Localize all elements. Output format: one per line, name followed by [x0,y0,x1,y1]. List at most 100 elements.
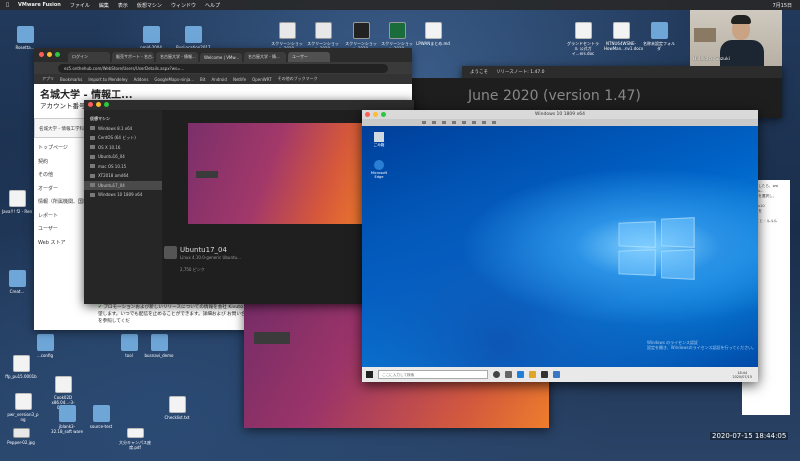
bookmark-item[interactable]: OpenWRT [252,77,272,82]
vm-list-item[interactable]: Windows 8.1 x64 [84,124,162,134]
desktop-icon[interactable]: ffp_pu15.0001b [4,355,38,379]
desktop-icon[interactable]: jblank3-32.18_soft ware [50,405,84,434]
bookmark-item[interactable]: Bit [200,77,205,82]
desktop-icon[interactable]: 大分キャンパス座 席.pdf [118,428,152,450]
menu-vm[interactable]: 仮想マシン [137,2,162,9]
tab-release-notes[interactable]: リリースノート: 1.47.0 [496,69,545,75]
desktop-icon[interactable]: tool [112,334,146,358]
windows10-vm-window[interactable]: Windows 10 1809 x64 ごみ箱 Microsoft Edge W… [362,110,758,382]
windows-start-icon[interactable] [366,371,373,378]
desktop-icon[interactable]: BusLocation2017 [176,26,210,50]
desktop-icon[interactable]: NTNU64WSNE- HowMan...nv1.docx [604,22,643,51]
toolbar-icon[interactable] [432,121,436,124]
bookmark-item[interactable]: アプリ [42,76,54,82]
browser-tab[interactable]: 名古屋大学 - 情... [244,52,286,62]
desktop-icon[interactable]: 名称未設定フォルダ [642,22,676,51]
menu-edit[interactable]: 編集 [99,2,109,9]
folder-icon [92,405,110,422]
sidebar-item-orders[interactable]: オーダー [38,185,88,199]
vm-list-item[interactable]: OS X 10.16 [84,143,162,153]
checkbox-checked-icon[interactable]: ✔ [98,305,102,310]
browser-tab[interactable]: 名古屋大学 - 情報... [156,52,198,62]
sidebar-item-top[interactable]: トップページ [38,144,88,158]
apple-menu-icon[interactable]:  [6,2,9,8]
bookmark-item[interactable]: Import to Mendeley [88,77,127,82]
vm-list-item[interactable]: Windows 10 1809 x64 [84,190,162,200]
bookmark-item[interactable]: Netlife [233,77,246,82]
close-button[interactable] [88,102,93,107]
desktop-icon[interactable]: busnavi_demo [142,334,176,358]
vm-list-header: 仮想マシン [90,115,110,121]
vm-list-item[interactable]: Ubuntu16_04 [84,152,162,162]
desktop-icon[interactable]: Creat... [0,270,34,294]
toolbar-icon[interactable] [422,121,426,124]
sidebar-item-other[interactable]: その他 [38,171,88,185]
toolbar-icon[interactable] [462,121,466,124]
desktop-icon[interactable]: LPWANまとめ.md [416,22,450,46]
toolbar-icon[interactable] [492,121,496,124]
sidebar-item-info[interactable]: 情報（所属機関、国籍） [38,198,93,212]
menu-file[interactable]: ファイル [70,2,90,9]
bookmark-item[interactable]: GoogleMaps-ninja... [154,77,194,82]
vm-list-item[interactable]: CentOS (64 ビット) [84,133,162,143]
desktop-icon[interactable]: Java!!! f2 - Ren [0,190,34,214]
toolbar-icon[interactable] [452,121,456,124]
taskbar-clock[interactable]: 18:44 2020/07/15 [732,371,752,379]
toolbar-icon[interactable] [472,121,476,124]
browser-tab[interactable]: ログイン [68,52,110,62]
toolbar-icon[interactable] [482,121,486,124]
desktop-icon[interactable]: source-test [84,405,118,429]
sidebar-item-webstore[interactable]: Web ストア [38,239,88,253]
desktop-icon[interactable]: Checklist.txt [160,396,194,420]
folder-icon [36,334,54,351]
desktop-icon[interactable]: Rosetta... [8,26,42,50]
vm-preview-thumbnail[interactable] [188,123,366,224]
desktop-icon-label: 名称未設定フォルダ [643,41,675,51]
app-menu[interactable]: VMware Fusion [18,2,61,8]
desktop-icon[interactable]: グランドセントラル 公式ガイ...ers.doc [566,22,600,56]
edge-taskbar-icon[interactable] [517,371,524,378]
image-file-icon [14,393,32,410]
vm-list-item[interactable]: XT2018 amd64 [84,171,162,181]
sidebar-item-users[interactable]: ユーザー [38,225,88,239]
vm-list-item-selected[interactable]: Ubuntu17_04 [84,180,162,190]
bookmark-item[interactable]: Addons [134,77,149,82]
store-icon[interactable] [541,371,548,378]
zoom-button[interactable] [104,102,109,107]
menu-window[interactable]: ウィンドウ [171,2,196,9]
close-button[interactable] [39,52,44,57]
bookmark-item[interactable]: Android [211,77,226,82]
bookmark-item[interactable]: その他のブックマーク [278,76,318,82]
bookmark-item[interactable]: Bookmarks [60,77,82,82]
minimize-button[interactable] [96,102,101,107]
desktop-icon-label: Java!!! f2 - Ren [1,209,33,214]
toolbar-icon[interactable] [442,121,446,124]
address-bar-row: ez5.onthehub.com/WebStore/Users/UserDeta… [34,62,412,74]
mail-icon[interactable] [553,371,560,378]
vm-name: Ubuntu17_04 [180,246,227,254]
task-view-icon[interactable] [505,371,512,378]
desktop-icon[interactable]: pwr_version3_p ng [6,393,40,422]
browser-tab-active[interactable]: ユーザー [288,52,330,62]
sidebar-item-reports[interactable]: レポート [38,212,88,226]
cortana-icon[interactable] [493,371,500,378]
taskbar-search-input[interactable]: ここに入力して検索 [378,370,488,379]
desktop-icon[interactable]: Microsoft Edge [366,160,392,179]
windows-desktop[interactable]: ごみ箱 Microsoft Edge Windows のライセンス認証 設定を開… [362,126,758,367]
windows-logo-icon [618,221,656,248]
menubar-clock[interactable]: 7月15日 [772,2,792,9]
browser-tab[interactable]: Welcome | VMw... [200,53,242,62]
menu-view[interactable]: 表示 [118,2,128,9]
file-explorer-icon[interactable] [529,371,536,378]
desktop-icon[interactable]: Pepper-02.jpg [4,428,38,445]
browser-tab[interactable]: 販売サポート - 名古... [112,52,154,62]
minimize-button[interactable] [47,52,52,57]
menu-help[interactable]: ヘルプ [205,2,220,9]
address-bar[interactable]: ez5.onthehub.com/WebStore/Users/UserDeta… [58,63,388,73]
desktop-icon[interactable]: ごみ箱 [366,132,392,147]
vm-list-item[interactable]: mac OS 10.15 [84,162,162,172]
vm-item-label: mac OS 10.15 [98,163,127,169]
tab-welcome[interactable]: ようこそ [470,69,488,75]
sidebar-item-contract[interactable]: 契約 [38,158,88,172]
zoom-button[interactable] [55,52,60,57]
